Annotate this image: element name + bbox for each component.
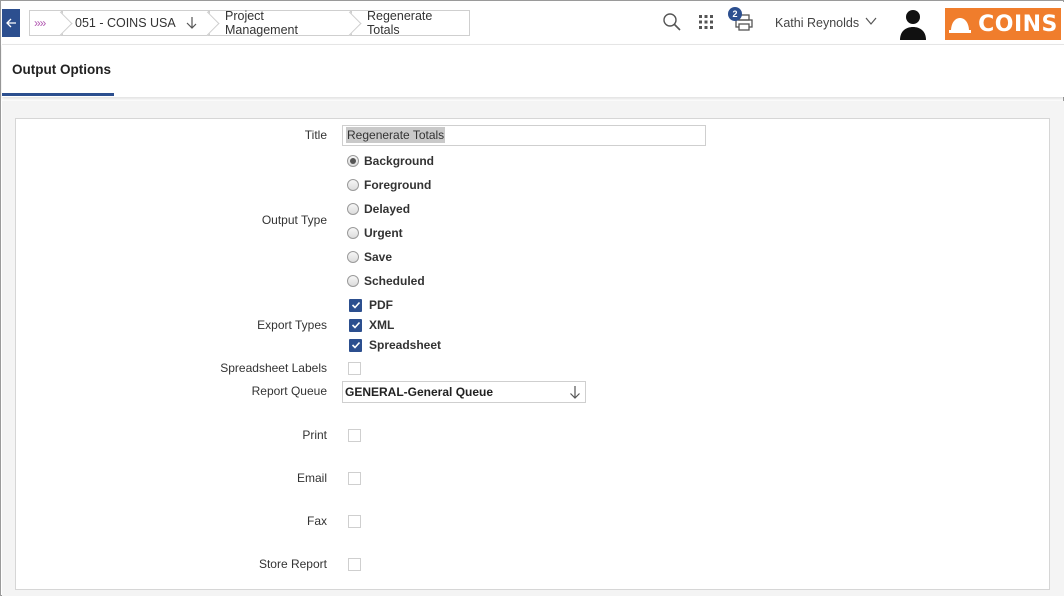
radio-label: Background bbox=[364, 154, 435, 168]
radio-delayed[interactable]: Delayed bbox=[347, 202, 410, 216]
arrow-down-icon bbox=[186, 17, 198, 29]
export-types-label: Export Types bbox=[257, 318, 327, 332]
breadcrumb-page[interactable]: Regenerate Totals bbox=[351, 9, 470, 37]
tab-output-options[interactable]: Output Options bbox=[2, 45, 114, 96]
checkmark-icon bbox=[351, 321, 360, 329]
hard-hat-icon bbox=[949, 18, 972, 33]
checkbox[interactable] bbox=[349, 318, 362, 332]
print-checkbox[interactable] bbox=[348, 429, 361, 442]
breadcrumb-expand[interactable]: »» bbox=[29, 10, 62, 36]
spreadsheet-labels-checkbox[interactable] bbox=[348, 362, 361, 375]
back-button[interactable] bbox=[2, 9, 20, 37]
title-input-value: Regenerate Totals bbox=[346, 127, 446, 143]
arrow-down-icon bbox=[570, 386, 580, 399]
breadcrumb-company-label: 051 - COINS USA bbox=[75, 16, 176, 30]
radio-urgent[interactable]: Urgent bbox=[347, 226, 403, 240]
checkbox-xml[interactable]: XML bbox=[349, 318, 394, 332]
checkmark-icon bbox=[351, 341, 360, 349]
radio-label: Delayed bbox=[364, 202, 411, 216]
print-label: Print bbox=[302, 428, 327, 442]
radio-label: Save bbox=[364, 250, 393, 264]
checkbox[interactable] bbox=[349, 338, 362, 352]
radio-button[interactable] bbox=[347, 275, 359, 287]
content-area: Title Regenerate Totals Output Type Back… bbox=[2, 101, 1064, 596]
user-name[interactable]: Kathi Reynolds bbox=[775, 16, 859, 30]
store-report-label: Store Report bbox=[258, 557, 327, 571]
radio-button[interactable] bbox=[347, 251, 359, 263]
radio-label: Scheduled bbox=[364, 274, 425, 288]
top-bar: »» 051 - COINS USA Project Management Re… bbox=[2, 2, 1064, 44]
tab-bar: Output Options bbox=[2, 44, 1064, 97]
apps-grid-icon[interactable] bbox=[696, 12, 718, 34]
radio-button[interactable] bbox=[347, 155, 359, 167]
radio-save[interactable]: Save bbox=[347, 250, 392, 264]
output-options-form: Title Regenerate Totals Output Type Back… bbox=[15, 118, 1050, 590]
search-icon[interactable] bbox=[662, 12, 684, 34]
radio-button[interactable] bbox=[347, 203, 359, 215]
checkbox-label: XML bbox=[369, 318, 395, 332]
title-input[interactable]: Regenerate Totals bbox=[342, 125, 706, 146]
radio-scheduled[interactable]: Scheduled bbox=[347, 274, 425, 288]
checkbox-spreadsheet[interactable]: Spreadsheet bbox=[349, 338, 441, 352]
checkbox[interactable] bbox=[349, 298, 362, 312]
fax-checkbox[interactable] bbox=[348, 515, 361, 528]
email-label: Email bbox=[296, 471, 327, 485]
report-queue-select[interactable]: GENERAL-General Queue bbox=[342, 381, 586, 403]
checkmark-icon bbox=[351, 301, 360, 309]
output-type-label: Output Type bbox=[261, 213, 327, 227]
avatar[interactable] bbox=[899, 8, 927, 40]
arrow-left-icon bbox=[6, 18, 16, 28]
radio-label: Foreground bbox=[364, 178, 432, 192]
report-queue-label: Report Queue bbox=[251, 384, 327, 398]
fax-label: Fax bbox=[306, 514, 327, 528]
chevron-down-icon[interactable] bbox=[864, 14, 878, 28]
print-queue-button[interactable]: 2 bbox=[728, 7, 756, 34]
title-label: Title bbox=[304, 128, 327, 142]
radio-background[interactable]: Background bbox=[347, 154, 434, 168]
print-badge: 2 bbox=[728, 7, 742, 21]
breadcrumb-page-label: Regenerate Totals bbox=[367, 9, 433, 37]
tab-label: Output Options bbox=[12, 61, 111, 77]
breadcrumb-expand-label: »» bbox=[34, 16, 46, 30]
checkbox-label: PDF bbox=[369, 298, 393, 312]
breadcrumb-company[interactable]: 051 - COINS USA bbox=[62, 10, 209, 36]
logo-text: COINS bbox=[978, 11, 1058, 37]
breadcrumb-module-label: Project Management bbox=[225, 9, 298, 37]
radio-foreground[interactable]: Foreground bbox=[347, 178, 431, 192]
coins-logo: COINS bbox=[945, 8, 1061, 40]
radio-button[interactable] bbox=[347, 179, 359, 191]
radio-button[interactable] bbox=[347, 227, 359, 239]
report-queue-value: GENERAL-General Queue bbox=[345, 385, 494, 399]
spreadsheet-labels-label: Spreadsheet Labels bbox=[220, 361, 327, 375]
email-checkbox[interactable] bbox=[348, 472, 361, 485]
checkbox-label: Spreadsheet bbox=[369, 338, 442, 352]
radio-label: Urgent bbox=[364, 226, 403, 240]
breadcrumb-module[interactable]: Project Management bbox=[209, 9, 351, 37]
window-frame: »» 051 - COINS USA Project Management Re… bbox=[0, 0, 1064, 596]
checkbox-pdf[interactable]: PDF bbox=[349, 298, 393, 312]
store-report-checkbox[interactable] bbox=[348, 558, 361, 571]
